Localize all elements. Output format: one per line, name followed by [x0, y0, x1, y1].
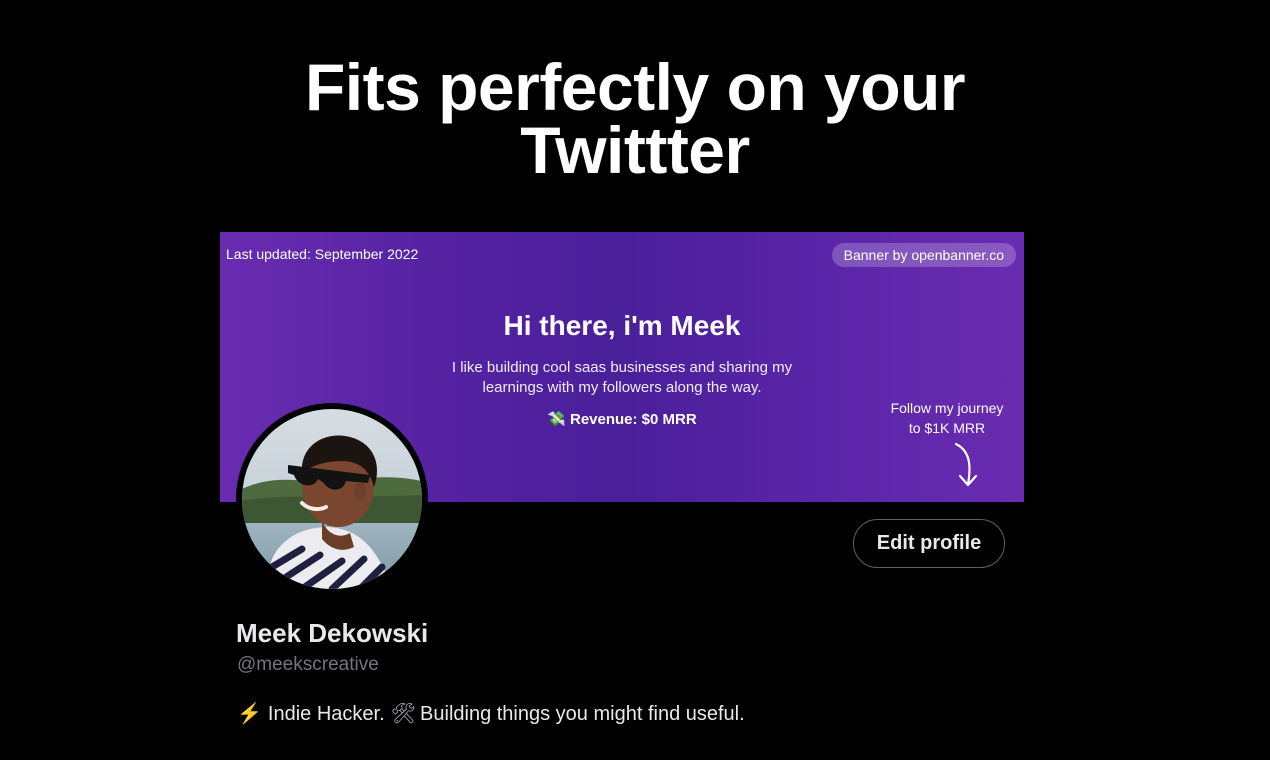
headline-line-2: Twittter [520, 113, 750, 187]
profile-bio: ⚡ Indie Hacker. 🛠 Building things you might… [237, 701, 745, 726]
bio-part-2: Building things you might find useful. [420, 703, 745, 725]
lightning-icon: ⚡ [237, 703, 262, 725]
headline: Fits perfectly on your Twittter [0, 50, 1270, 187]
banner-intro: I like building cool saas businesses and… [451, 359, 793, 396]
edit-profile-button[interactable]: Edit profile [853, 519, 1005, 568]
banner-greeting: Hi there, i'm Meek [503, 310, 741, 341]
banner-journey-line-2: to $1K MRR [908, 420, 986, 436]
headline-line-1: Fits perfectly on your [304, 50, 966, 124]
banner-journey-line-1: Follow my journey [890, 400, 1004, 416]
bio-part-1: Indie Hacker. [267, 703, 385, 725]
tools-icon: 🛠 [390, 703, 417, 725]
profile-handle[interactable]: @meekscreative [237, 654, 379, 676]
banner-credit-badge: Banner by openbanner.co [831, 243, 1016, 267]
avatar-photo [242, 409, 422, 589]
banner-last-updated: Last updated: September 2022 [226, 246, 419, 262]
avatar[interactable] [242, 409, 422, 589]
money-icon: 💸 [547, 411, 566, 428]
promo-slide: Fits perfectly on your Twittter Last upd… [0, 0, 1270, 760]
profile-display-name: Meek Dekowski [236, 618, 429, 648]
banner-journey-note: Follow my journey to $1K MRR [872, 398, 1022, 438]
curved-arrow-down-icon [954, 442, 978, 487]
banner-revenue-label: Revenue: $0 MRR [569, 411, 697, 428]
